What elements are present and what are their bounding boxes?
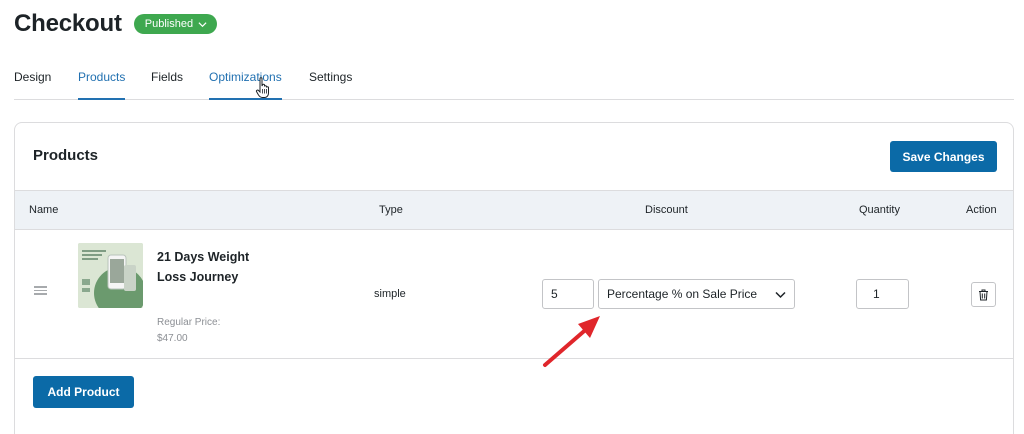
discount-value-input[interactable]: 5 (542, 279, 594, 309)
trash-icon (979, 289, 988, 300)
discount-type-value: Percentage % on Sale Price (607, 287, 758, 301)
regular-price-label: Regular Price: (157, 317, 221, 328)
status-dropdown[interactable]: Published (133, 14, 218, 34)
tab-fields[interactable]: Fields (151, 69, 183, 100)
pointer-hand-icon (255, 77, 269, 98)
column-header-quantity: Quantity (859, 204, 900, 216)
column-header-name: Name (29, 204, 59, 216)
quantity-input[interactable]: 1 (856, 279, 909, 309)
column-header-action: Action (966, 204, 997, 216)
tab-products[interactable]: Products (78, 69, 126, 100)
page-title: Checkout (14, 10, 122, 37)
products-card: Products Save Changes Name Type Discount… (14, 122, 1014, 434)
save-changes-button[interactable]: Save Changes (890, 141, 997, 172)
column-header-type: Type (379, 204, 403, 216)
table-row: 21 Days Weight Loss Journey Regular Pric… (15, 230, 1013, 359)
status-label: Published (144, 18, 194, 30)
annotation-arrow (543, 316, 600, 367)
tab-settings[interactable]: Settings (309, 69, 352, 100)
regular-price-value: $47.00 (157, 333, 188, 344)
table-header: Name Type Discount Quantity Action (15, 190, 1013, 230)
tab-design[interactable]: Design (14, 69, 51, 100)
page-header: Checkout Published (14, 10, 218, 38)
drag-handle-icon[interactable] (34, 286, 47, 295)
product-price-block: Regular Price: $47.00 (157, 315, 220, 347)
card-title: Products (33, 147, 99, 164)
column-header-discount: Discount (645, 204, 688, 216)
chevron-down-icon (775, 291, 786, 299)
product-type: simple (374, 288, 406, 300)
discount-type-select[interactable]: Percentage % on Sale Price (598, 279, 795, 309)
tab-bar: Design Products Fields Optimizations Set… (14, 69, 1014, 100)
add-product-button[interactable]: Add Product (33, 376, 134, 408)
product-thumbnail (78, 243, 143, 308)
chevron-down-icon (198, 21, 207, 27)
product-name: 21 Days Weight Loss Journey (157, 250, 250, 284)
delete-product-button[interactable] (971, 282, 996, 307)
